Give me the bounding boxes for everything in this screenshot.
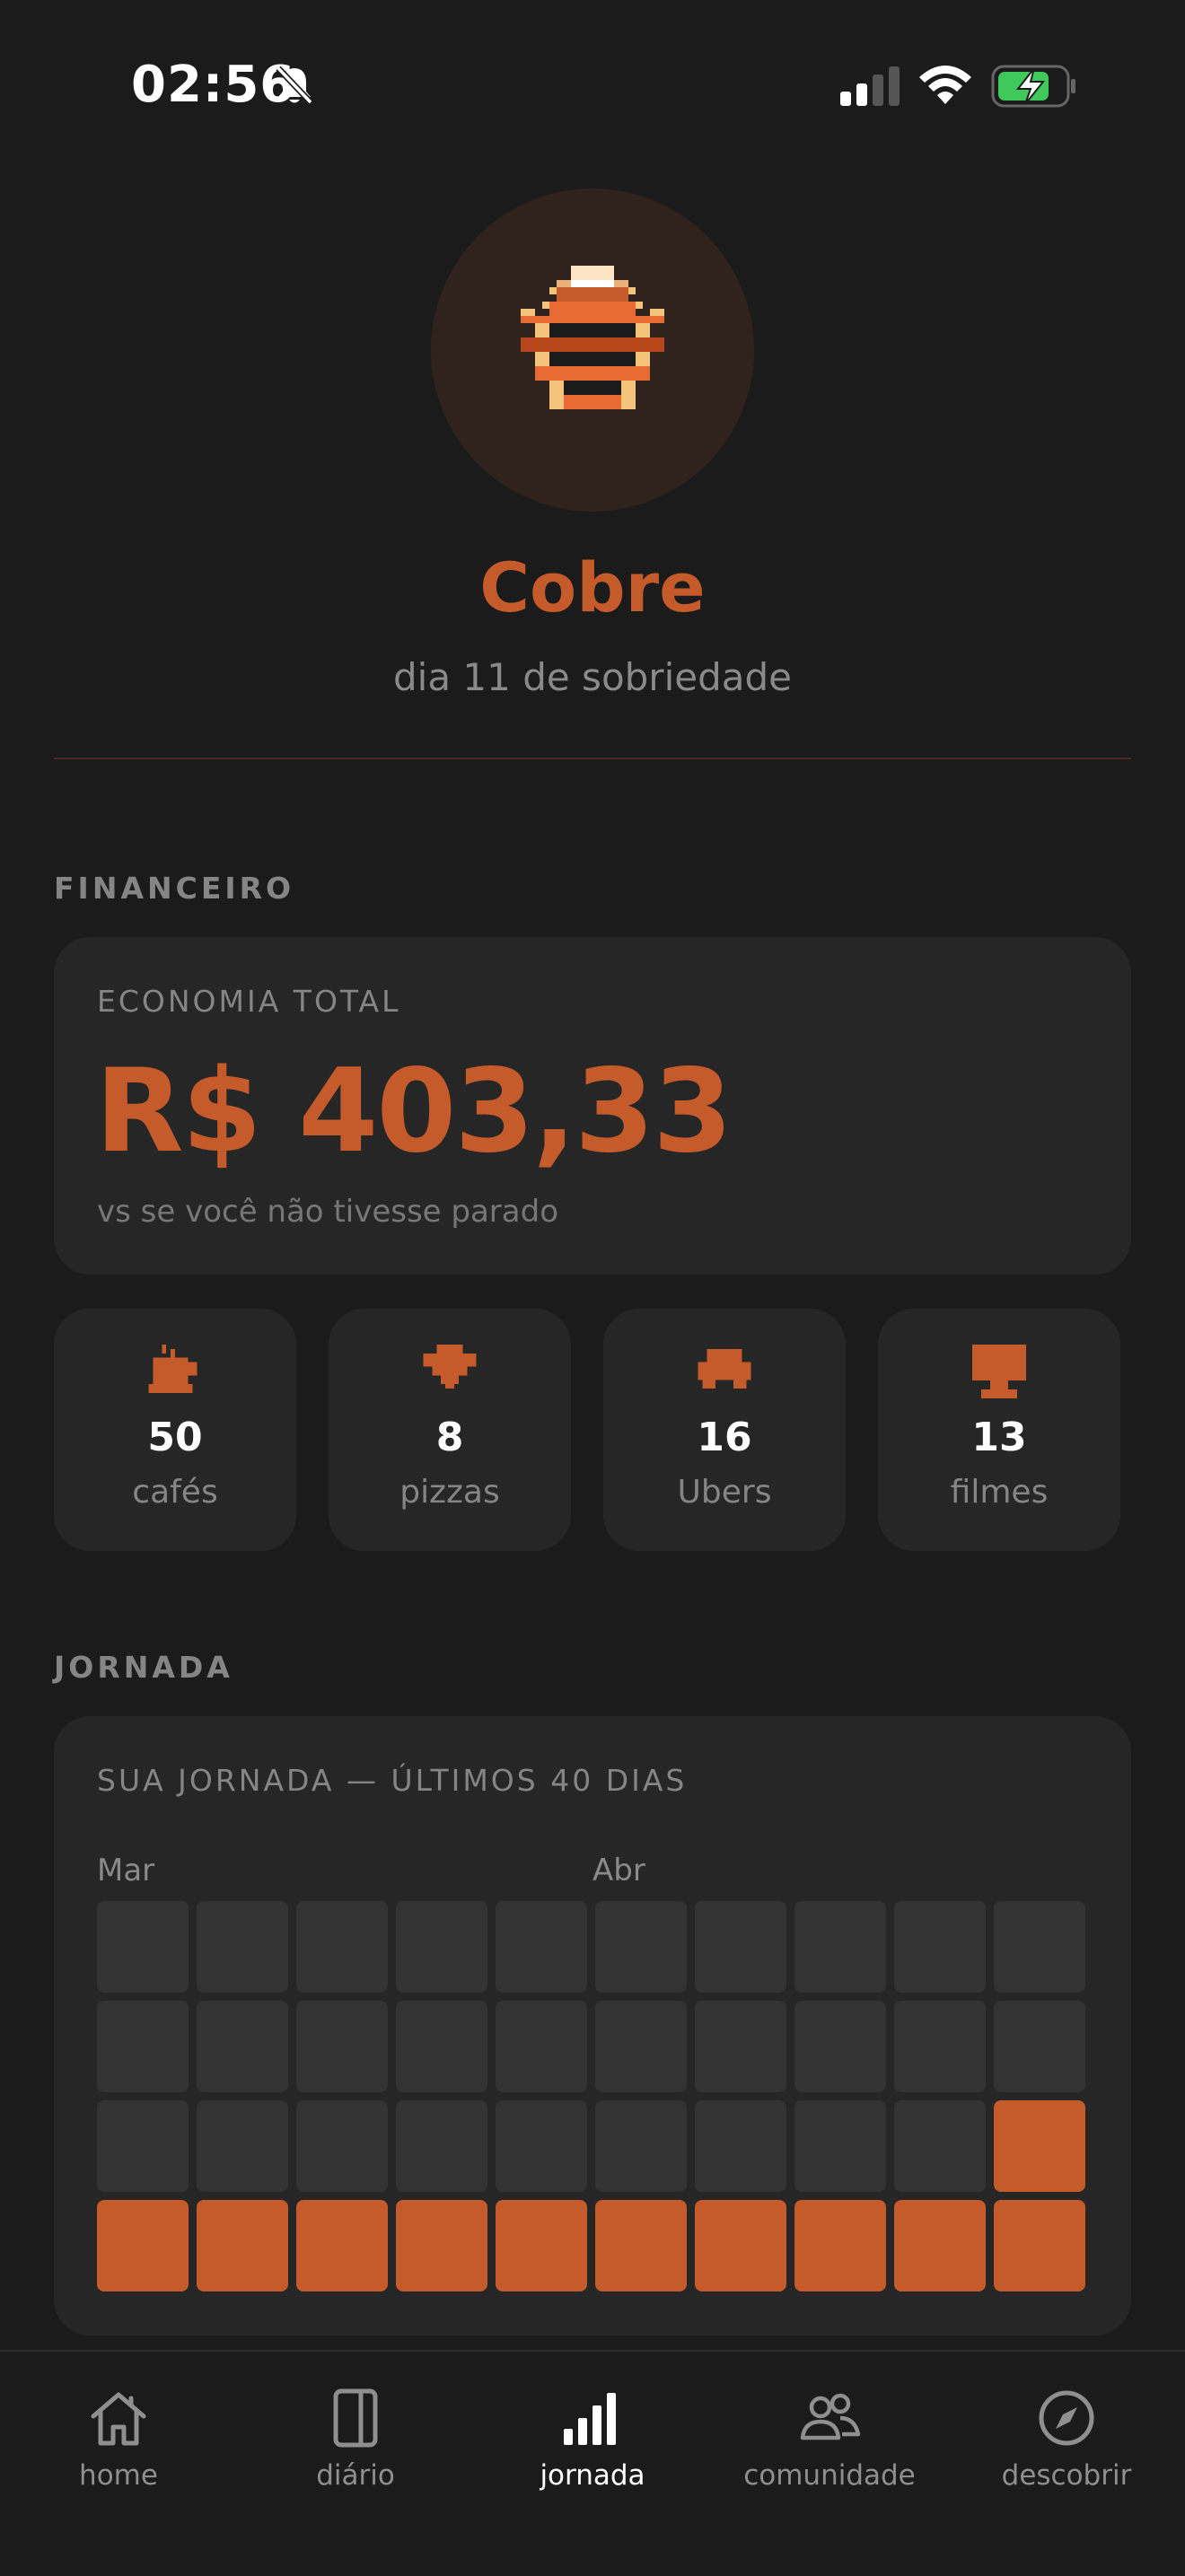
journey-day-cell (296, 2200, 388, 2291)
savings-note: vs se você não tivesse parado (97, 1194, 559, 1230)
section-label-financeiro: FINANCEIRO (54, 871, 295, 906)
stat-card-filmes: 13 filmes (878, 1309, 1120, 1551)
nav-item-descobrir[interactable]: descobrir (948, 2373, 1185, 2499)
journey-day-cell (794, 1901, 886, 1993)
nav-label: descobrir (1001, 2459, 1132, 2492)
journey-day-cell (894, 2100, 986, 2192)
journey-day-cell (396, 2100, 487, 2192)
savings-value: R$ 403,33 (95, 1045, 733, 1178)
stat-card-ubers: 16 Ubers (603, 1309, 846, 1551)
journey-day-cell (794, 2200, 886, 2291)
journey-day-cell (496, 2100, 587, 2192)
journey-card: SUA JORNADA — ÚLTIMOS 40 DIAS Mar Abr (54, 1716, 1131, 2335)
stat-label: cafés (132, 1474, 218, 1511)
wifi-icon (919, 66, 971, 104)
stat-card-cafes: 50 cafés (54, 1309, 296, 1551)
nav-item-diario[interactable]: diário (237, 2373, 474, 2499)
journey-day-cell (396, 2200, 487, 2291)
journey-day-cell (695, 1901, 786, 1993)
compass-icon (1039, 2390, 1094, 2446)
stat-card-pizzas: 8 pizzas (329, 1309, 571, 1551)
journey-day-cell (97, 1901, 189, 1993)
car-icon (698, 1348, 751, 1389)
journey-day-cell (296, 2001, 388, 2092)
tv-icon (972, 1345, 1026, 1398)
journey-day-cell (595, 2001, 687, 2092)
nav-label: home (79, 2459, 158, 2492)
journey-day-cell (496, 1901, 587, 1993)
journey-day-cell (695, 2100, 786, 2192)
journey-day-cell (794, 2100, 886, 2192)
nav-item-jornada[interactable]: jornada (474, 2373, 711, 2499)
copper-badge-icon (521, 266, 664, 409)
journey-day-cell (994, 2100, 1085, 2192)
stat-label: pizzas (399, 1474, 500, 1511)
divider (54, 758, 1131, 759)
journey-day-cell (97, 2200, 189, 2291)
journey-day-cell (894, 2200, 986, 2291)
journey-day-cell (894, 1901, 986, 1993)
month-label-abr: Abr (592, 1853, 645, 1888)
journal-icon (333, 2388, 378, 2448)
stat-label: Ubers (677, 1474, 772, 1511)
people-icon (800, 2393, 861, 2440)
coffee-icon (148, 1345, 198, 1393)
journey-day-cell (595, 2200, 687, 2291)
nav-label: jornada (540, 2459, 645, 2492)
battery-charging-icon (991, 65, 1075, 108)
journey-day-cell (396, 2001, 487, 2092)
journey-day-cell (994, 2001, 1085, 2092)
journey-day-cell (695, 2200, 786, 2291)
cellular-signal-icon (840, 66, 900, 106)
journey-day-cell (595, 1901, 687, 1993)
nav-label: comunidade (743, 2459, 916, 2492)
pizza-icon (423, 1345, 477, 1389)
journey-day-cell (994, 1901, 1085, 1993)
bell-off-icon (276, 66, 313, 105)
stat-value: 16 (697, 1415, 752, 1460)
journey-day-cell (695, 2001, 786, 2092)
nav-label: diário (316, 2459, 395, 2492)
profile-name: Cobre (479, 548, 706, 627)
journey-day-cell (794, 2001, 886, 2092)
month-label-mar: Mar (97, 1853, 155, 1888)
section-label-jornada: JORNADA (54, 1650, 233, 1685)
stat-label: filmes (950, 1474, 1049, 1511)
journey-day-cell (595, 2100, 687, 2192)
journey-day-cell (197, 1901, 288, 1993)
stat-value: 13 (971, 1415, 1027, 1460)
savings-label: ECONOMIA TOTAL (97, 984, 401, 1019)
journey-day-cell (197, 2200, 288, 2291)
journey-day-cell (97, 2100, 189, 2192)
stat-value: 8 (435, 1415, 464, 1460)
journey-title: SUA JORNADA — ÚLTIMOS 40 DIAS (97, 1763, 688, 1798)
nav-item-comunidade[interactable]: comunidade (711, 2373, 948, 2499)
journey-day-cell (396, 1901, 487, 1993)
nav-item-home[interactable]: home (0, 2373, 237, 2499)
journey-day-cell (197, 2100, 288, 2192)
bar-chart-icon (564, 2393, 616, 2445)
journey-day-cell (296, 1901, 388, 1993)
journey-day-cell (496, 2001, 587, 2092)
stat-value: 50 (147, 1415, 203, 1460)
status-time: 02:56 (131, 56, 296, 114)
journey-day-cell (496, 2200, 587, 2291)
journey-day-cell (197, 2001, 288, 2092)
home-icon (91, 2392, 146, 2446)
journey-day-cell (994, 2200, 1085, 2291)
journey-day-cell (894, 2001, 986, 2092)
sobriety-day-count: dia 11 de sobriedade (393, 655, 792, 699)
journey-day-cell (296, 2100, 388, 2192)
bottom-nav: home diário jornada comunidade descobrir (0, 2350, 1185, 2576)
journey-day-cell (97, 2001, 189, 2092)
savings-card: ECONOMIA TOTAL R$ 403,33 vs se você não … (54, 937, 1131, 1275)
